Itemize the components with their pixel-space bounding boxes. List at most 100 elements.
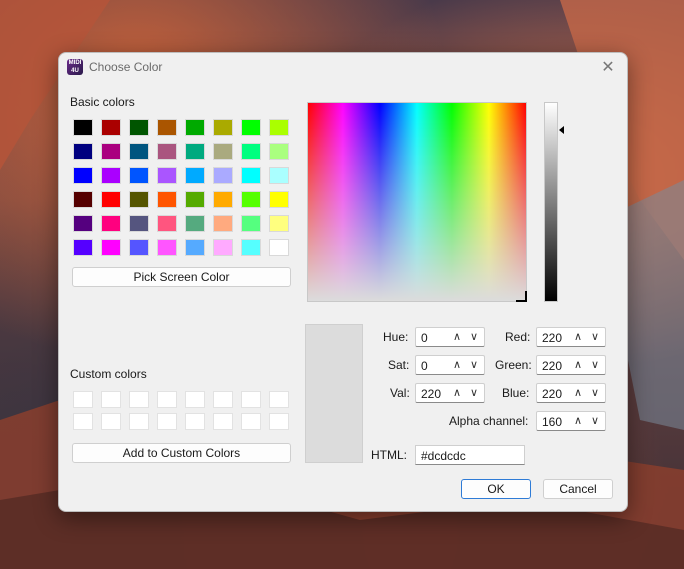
custom-color-swatch[interactable]	[269, 413, 289, 430]
basic-color-swatch[interactable]	[129, 215, 149, 232]
custom-color-swatch[interactable]	[213, 413, 233, 430]
luminance-slider[interactable]	[544, 102, 558, 302]
chevron-up-icon[interactable]: ∧	[450, 385, 464, 401]
basic-color-swatch[interactable]	[157, 167, 177, 184]
basic-color-swatch[interactable]	[241, 119, 261, 136]
basic-color-swatch[interactable]	[185, 215, 205, 232]
basic-color-swatch[interactable]	[157, 191, 177, 208]
custom-color-swatch[interactable]	[157, 391, 177, 408]
sat-value: 0	[421, 359, 428, 373]
chevron-up-icon[interactable]: ∧	[571, 329, 585, 345]
chevron-down-icon[interactable]: ∨	[588, 413, 602, 429]
basic-color-swatch[interactable]	[157, 119, 177, 136]
chevron-down-icon[interactable]: ∨	[588, 357, 602, 373]
basic-color-swatch[interactable]	[73, 167, 93, 184]
basic-color-swatch[interactable]	[185, 119, 205, 136]
custom-color-swatch[interactable]	[73, 413, 93, 430]
red-spinbox[interactable]: 220 ∧ ∨	[536, 327, 606, 347]
close-button[interactable]: ✕	[597, 57, 619, 79]
custom-color-swatch[interactable]	[241, 391, 261, 408]
basic-color-swatch[interactable]	[73, 119, 93, 136]
title-bar[interactable]: MIDI 4U Choose Color ✕	[59, 53, 627, 83]
basic-color-swatch[interactable]	[213, 119, 233, 136]
basic-color-swatch[interactable]	[213, 239, 233, 256]
cancel-button[interactable]: Cancel	[543, 479, 613, 499]
basic-color-swatch[interactable]	[129, 119, 149, 136]
chevron-up-icon[interactable]: ∧	[571, 385, 585, 401]
val-spinbox[interactable]: 220 ∧ ∨	[415, 383, 485, 403]
custom-color-swatch[interactable]	[73, 391, 93, 408]
chevron-down-icon[interactable]: ∨	[467, 329, 481, 345]
basic-color-swatch[interactable]	[185, 191, 205, 208]
basic-color-swatch[interactable]	[241, 215, 261, 232]
custom-color-swatch[interactable]	[157, 413, 177, 430]
custom-color-swatch[interactable]	[269, 391, 289, 408]
basic-color-swatch[interactable]	[101, 143, 121, 160]
basic-color-swatch[interactable]	[129, 167, 149, 184]
basic-color-swatch[interactable]	[241, 143, 261, 160]
basic-color-swatch[interactable]	[213, 191, 233, 208]
basic-color-swatch[interactable]	[73, 215, 93, 232]
custom-color-swatch[interactable]	[185, 413, 205, 430]
basic-color-swatch[interactable]	[101, 215, 121, 232]
basic-color-swatch[interactable]	[73, 239, 93, 256]
basic-color-swatch[interactable]	[241, 191, 261, 208]
basic-color-swatch[interactable]	[269, 167, 289, 184]
chevron-up-icon[interactable]: ∧	[571, 413, 585, 429]
basic-color-swatch[interactable]	[213, 215, 233, 232]
basic-color-swatch[interactable]	[129, 239, 149, 256]
ok-button[interactable]: OK	[461, 479, 531, 499]
chevron-down-icon[interactable]: ∨	[467, 385, 481, 401]
basic-color-swatch[interactable]	[157, 215, 177, 232]
basic-color-swatch[interactable]	[157, 239, 177, 256]
chevron-up-icon[interactable]: ∧	[450, 329, 464, 345]
html-hex-input[interactable]: #dcdcdc	[415, 445, 525, 465]
hue-spinbox[interactable]: 0 ∧ ∨	[415, 327, 485, 347]
alpha-spinbox[interactable]: 160 ∧ ∨	[536, 411, 606, 431]
picker-crosshair[interactable]	[516, 291, 527, 302]
chevron-down-icon[interactable]: ∨	[467, 357, 481, 373]
basic-color-swatch[interactable]	[129, 143, 149, 160]
basic-color-swatch[interactable]	[213, 167, 233, 184]
chevron-down-icon[interactable]: ∨	[588, 385, 602, 401]
basic-color-swatch[interactable]	[269, 143, 289, 160]
green-spinbox[interactable]: 220 ∧ ∨	[536, 355, 606, 375]
basic-color-swatch[interactable]	[269, 215, 289, 232]
basic-color-swatch[interactable]	[101, 119, 121, 136]
custom-color-swatch[interactable]	[129, 391, 149, 408]
luminance-arrow-icon[interactable]	[559, 126, 564, 134]
basic-color-swatch[interactable]	[185, 167, 205, 184]
current-color-preview	[305, 324, 363, 463]
basic-color-swatch[interactable]	[129, 191, 149, 208]
red-label: Red:	[505, 330, 531, 344]
custom-color-swatch[interactable]	[101, 413, 121, 430]
basic-color-swatch[interactable]	[269, 191, 289, 208]
basic-color-swatch[interactable]	[73, 143, 93, 160]
hue-saturation-picker[interactable]	[307, 102, 527, 302]
basic-color-swatch[interactable]	[185, 239, 205, 256]
blue-value: 220	[542, 387, 563, 401]
blue-spinbox[interactable]: 220 ∧ ∨	[536, 383, 606, 403]
add-to-custom-colors-button[interactable]: Add to Custom Colors	[72, 443, 291, 463]
custom-color-swatch[interactable]	[101, 391, 121, 408]
basic-color-swatch[interactable]	[73, 191, 93, 208]
chevron-down-icon[interactable]: ∨	[588, 329, 602, 345]
basic-color-swatch[interactable]	[213, 143, 233, 160]
basic-color-swatch[interactable]	[101, 191, 121, 208]
basic-color-swatch[interactable]	[101, 239, 121, 256]
basic-color-swatch[interactable]	[101, 167, 121, 184]
basic-color-swatch[interactable]	[185, 143, 205, 160]
basic-color-swatch[interactable]	[157, 143, 177, 160]
pick-screen-color-button[interactable]: Pick Screen Color	[72, 267, 291, 287]
custom-color-swatch[interactable]	[241, 413, 261, 430]
chevron-up-icon[interactable]: ∧	[450, 357, 464, 373]
custom-color-swatch[interactable]	[185, 391, 205, 408]
custom-color-swatch[interactable]	[129, 413, 149, 430]
basic-color-swatch[interactable]	[269, 239, 289, 256]
chevron-up-icon[interactable]: ∧	[571, 357, 585, 373]
basic-color-swatch[interactable]	[241, 167, 261, 184]
basic-color-swatch[interactable]	[269, 119, 289, 136]
custom-color-swatch[interactable]	[213, 391, 233, 408]
basic-color-swatch[interactable]	[241, 239, 261, 256]
sat-spinbox[interactable]: 0 ∧ ∨	[415, 355, 485, 375]
